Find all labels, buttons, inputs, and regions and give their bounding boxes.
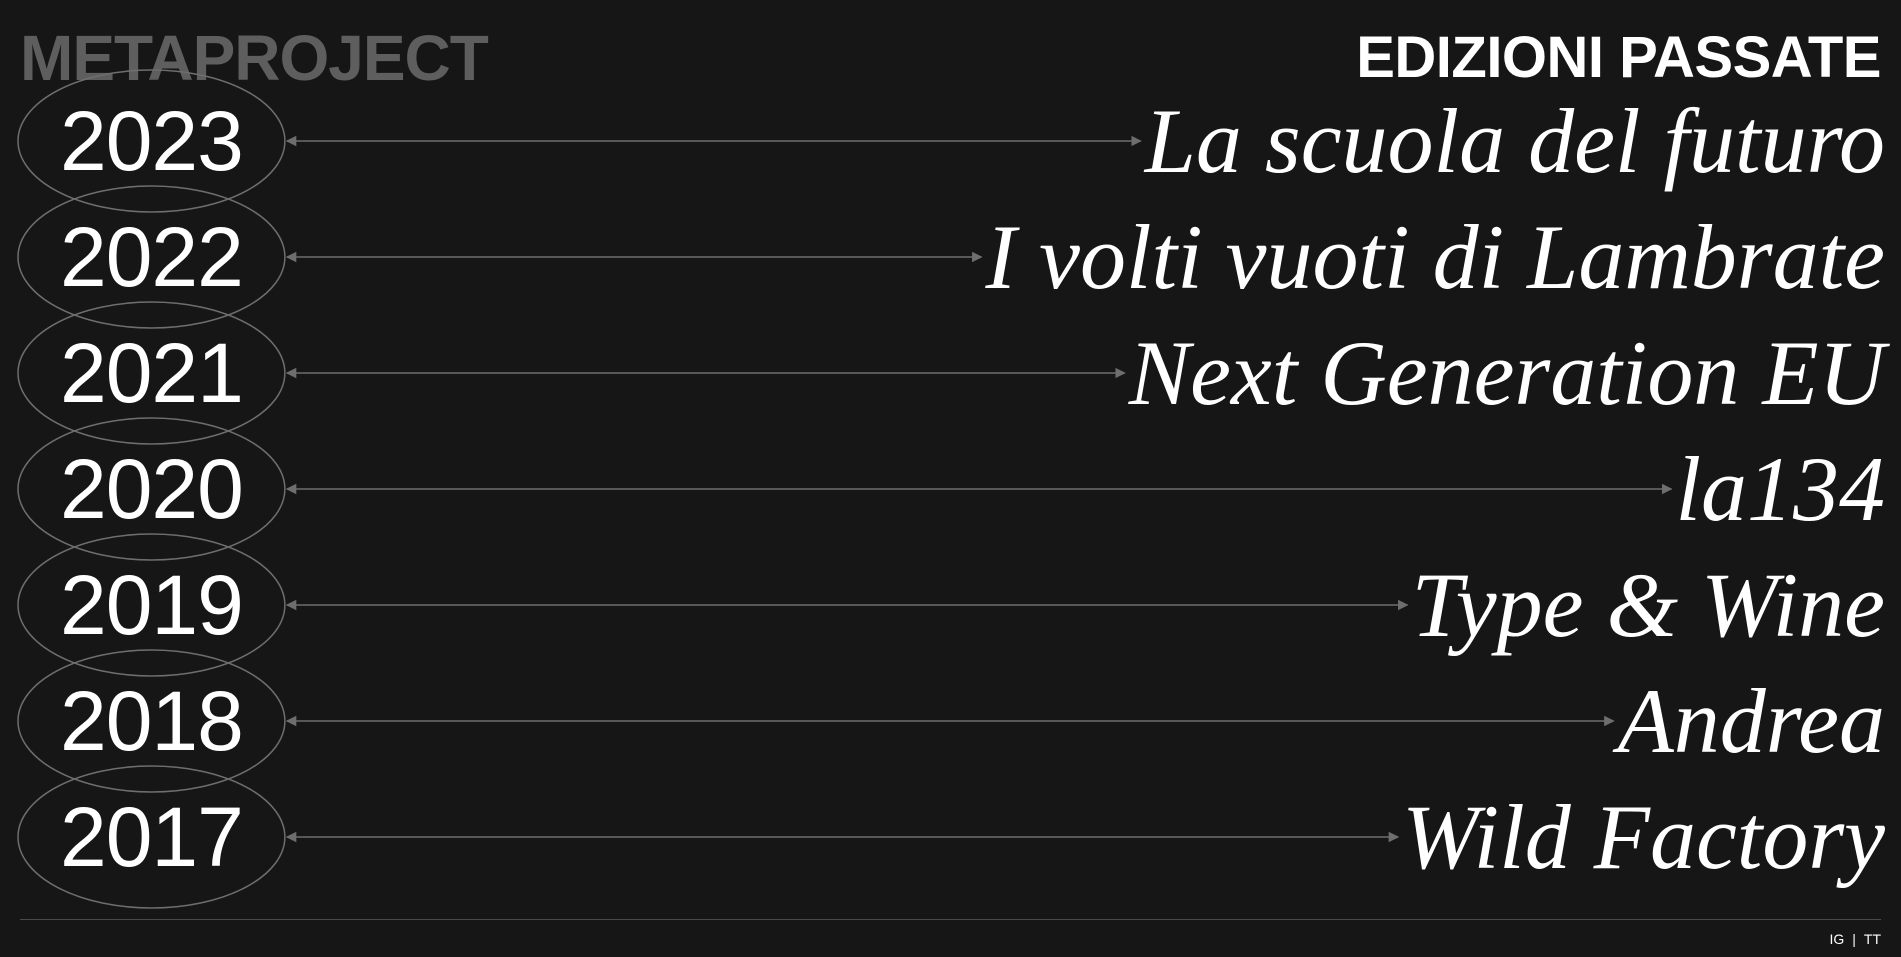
edition-row[interactable]: 2019 Type & Wine xyxy=(0,547,1901,663)
edition-row[interactable]: 2021 Next Generation EU xyxy=(0,315,1901,431)
instagram-link[interactable]: IG xyxy=(1829,931,1844,947)
tiktok-link[interactable]: TT xyxy=(1864,931,1881,947)
edition-year: 2017 xyxy=(60,790,244,884)
edition-title: Wild Factory xyxy=(1402,786,1885,888)
edition-year: 2019 xyxy=(60,558,244,652)
edition-year: 2022 xyxy=(60,210,244,304)
edition-title: Andrea xyxy=(1617,670,1885,772)
edition-row[interactable]: 2022 I volti vuoti di Lambrate xyxy=(0,199,1901,315)
edition-title: Next Generation EU xyxy=(1128,322,1885,424)
edition-title: I volti vuoti di Lambrate xyxy=(985,206,1885,308)
edition-row[interactable]: 2017 Wild Factory xyxy=(0,779,1901,895)
edition-year: 2018 xyxy=(60,674,244,768)
edition-title: La scuola del futuro xyxy=(1144,90,1885,192)
edition-year: 2020 xyxy=(60,442,244,536)
social-separator: | xyxy=(1852,931,1856,947)
edition-row[interactable]: 2018 Andrea xyxy=(0,663,1901,779)
edition-row[interactable]: 2023 La scuola del futuro xyxy=(0,83,1901,199)
edition-row[interactable]: 2020 la134 xyxy=(0,431,1901,547)
edition-title: la134 xyxy=(1675,438,1885,540)
social-links: IG | TT xyxy=(1829,930,1881,948)
edition-year: 2021 xyxy=(60,326,244,420)
edition-title: Type & Wine xyxy=(1411,554,1885,656)
edition-year: 2023 xyxy=(60,94,244,188)
footer-divider xyxy=(20,919,1881,920)
